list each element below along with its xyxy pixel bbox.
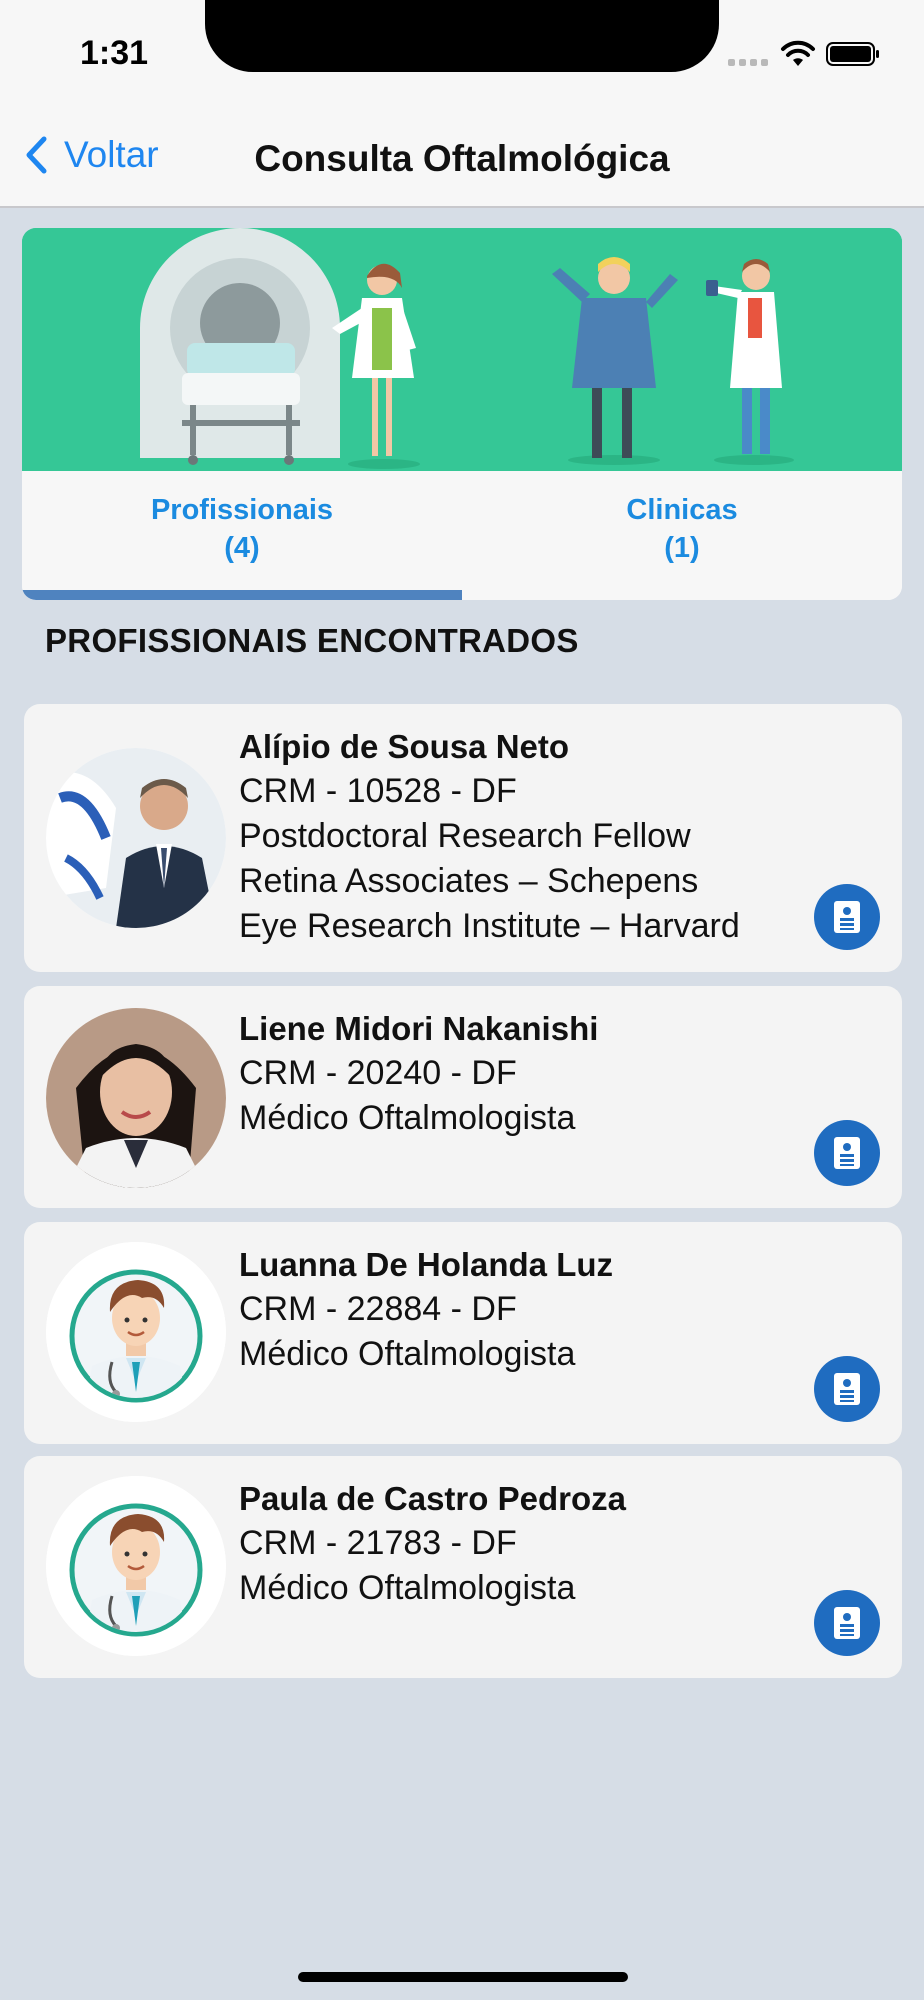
professional-card[interactable]: Paula de Castro Pedroza CRM - 21783 - DF… (24, 1456, 902, 1678)
section-title: PROFISSIONAIS ENCONTRADOS (45, 622, 579, 659)
professional-info: Liene Midori Nakanishi CRM - 20240 - DF … (239, 1006, 598, 1141)
professional-card[interactable]: Alípio de Sousa Neto CRM - 10528 - DF Po… (24, 704, 902, 972)
professional-card[interactable]: Luanna De Holanda Luz CRM - 22884 - DF M… (24, 1222, 902, 1444)
professional-description: Médico Oftalmologista (239, 1335, 576, 1373)
page-title: Consulta Oftalmológica (254, 138, 670, 179)
professional-crm: CRM - 22884 - DF (239, 1290, 517, 1328)
status-bar: 1:31 (0, 0, 924, 110)
professional-info: Paula de Castro Pedroza CRM - 21783 - DF… (239, 1476, 626, 1611)
id-badge-icon (834, 1137, 860, 1169)
profile-card-button[interactable] (814, 1120, 880, 1186)
profile-card-button[interactable] (814, 1356, 880, 1422)
doctor-placeholder-icon (46, 1242, 226, 1422)
photo-woman-doctor-icon (46, 1008, 226, 1188)
professional-card[interactable]: Liene Midori Nakanishi CRM - 20240 - DF … (24, 986, 902, 1208)
avatar (46, 1008, 226, 1188)
tab-profissionais[interactable]: Profissionais (4) (22, 491, 462, 567)
professional-description: Médico Oftalmologista (239, 1099, 576, 1137)
id-badge-icon (834, 1373, 860, 1405)
medical-staff-illustration (22, 228, 902, 471)
battery-icon (826, 42, 879, 66)
professional-description: Médico Oftalmologista (239, 1569, 576, 1607)
professional-crm: CRM - 20240 - DF (239, 1054, 517, 1092)
professional-name: Alípio de Sousa Neto (239, 728, 570, 765)
tab-count: (1) (664, 532, 700, 564)
cellular-signal-icon (728, 56, 772, 66)
tab-bar: Profissionais (4) Clinicas (1) (22, 471, 902, 600)
professional-description: Retina Associates – Schepens (239, 862, 699, 900)
photo-man-suit-icon (46, 748, 226, 928)
navigation-bar: Voltar Consulta Oftalmológica (0, 110, 924, 208)
profile-card-button[interactable] (814, 884, 880, 950)
doctor-placeholder-icon (46, 1476, 226, 1656)
status-time: 1:31 (80, 34, 149, 72)
profile-card-button[interactable] (814, 1590, 880, 1656)
device-notch (205, 0, 719, 72)
professional-name: Luanna De Holanda Luz (239, 1246, 614, 1283)
professional-crm: CRM - 21783 - DF (239, 1524, 517, 1562)
professional-name: Liene Midori Nakanishi (239, 1010, 599, 1047)
tab-label: Clinicas (626, 494, 738, 526)
tab-clinicas[interactable]: Clinicas (1) (462, 491, 902, 567)
home-indicator[interactable] (298, 1972, 628, 1982)
tab-label: Profissionais (150, 494, 334, 526)
professional-description: Eye Research Institute – Harvard (239, 907, 740, 945)
avatar (46, 748, 226, 928)
id-badge-icon (834, 901, 860, 933)
selected-tab-indicator (22, 590, 462, 600)
professional-name: Paula de Castro Pedroza (239, 1480, 626, 1517)
professional-info: Alípio de Sousa Neto CRM - 10528 - DF Po… (239, 724, 740, 949)
tab-count: (4) (224, 532, 260, 564)
banner-card: Profissionais (4) Clinicas (1) (22, 228, 902, 600)
id-badge-icon (834, 1607, 860, 1639)
avatar (46, 1476, 226, 1656)
professional-description: Postdoctoral Research Fellow (239, 817, 691, 855)
professional-info: Luanna De Holanda Luz CRM - 22884 - DF M… (239, 1242, 613, 1377)
avatar (46, 1242, 226, 1422)
wifi-icon (781, 40, 815, 66)
professional-crm: CRM - 10528 - DF (239, 772, 517, 810)
